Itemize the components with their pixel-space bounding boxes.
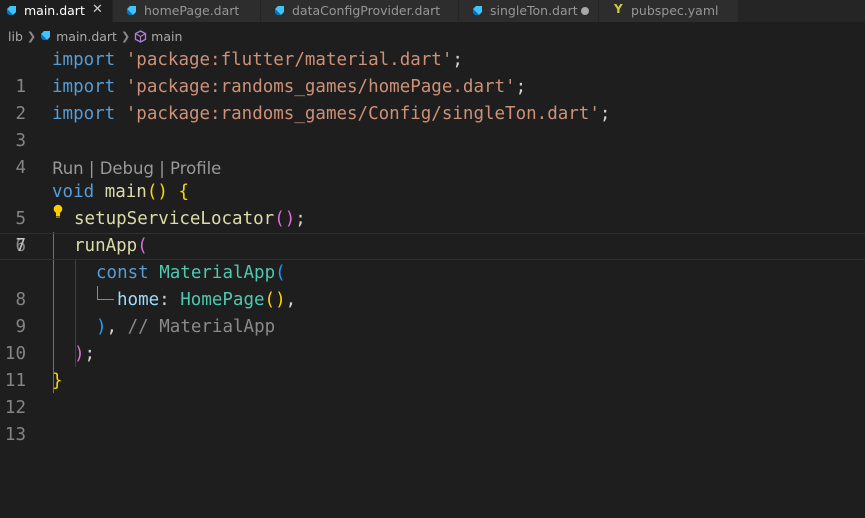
class-name: HomePage [180,290,265,310]
tab-dataconfigprovider-dart[interactable]: dataConfigProvider.dart [261,0,459,22]
editor-tab-bar: main.dart ✕ homePage.dart dataConfigProv… [0,0,865,22]
code-line: 1 import 'package:flutter/material.dart'… [0,47,865,97]
modified-dot-icon[interactable] [581,7,589,15]
codelens: Run | Debug | Profile [52,155,221,182]
code-line: 11 ); [0,341,865,391]
keyword: import [52,104,116,124]
code-line: 2 import 'package:randoms_games/homePage… [0,74,865,124]
keyword: import [52,50,116,70]
tab-label: pubspec.yaml [631,3,719,18]
code-line: 8 const MaterialApp( [0,260,865,310]
chevron-right-icon: ❯ [26,29,37,43]
function-call: runApp [74,236,138,256]
breadcrumb-folder[interactable]: lib [8,29,23,44]
close-icon[interactable]: ✕ [92,2,103,17]
bracket: ) [96,317,107,337]
bracket: () [264,290,286,310]
string-literal: 'package:flutter/material.dart' [125,50,453,70]
bracket: ( [137,236,148,256]
named-argument: home [117,290,160,310]
codelens-debug[interactable]: Debug [100,159,154,178]
codelens-run[interactable]: Run [52,159,84,178]
dart-icon [473,6,482,15]
code-line: 12 } [0,368,865,418]
punctuation: : [159,290,170,310]
codelens-profile[interactable]: Profile [170,159,221,178]
string-literal: 'package:randoms_games/homePage.dart' [125,77,516,97]
dart-icon [7,6,16,15]
tab-main-dart[interactable]: main.dart ✕ [0,0,113,22]
breadcrumb-file[interactable]: main.dart [56,29,117,44]
punctuation: , [285,290,297,310]
code-line: 9 home: HomePage(), [0,287,865,337]
code-line-current: 7 runApp( [0,233,865,260]
keyword: import [52,77,116,97]
code-line: 5 void main() { [0,179,865,229]
bracket: () [146,182,168,202]
codelens-separator: | [83,159,100,178]
punctuation: ; [599,104,611,124]
closing-label-comment: // MaterialApp [127,317,276,337]
bracket: () [274,209,296,229]
keyword: const [96,263,149,283]
dart-icon [41,31,51,40]
dart-icon [127,6,136,15]
breadcrumb: lib ❯ main.dart ❯ main [0,25,865,47]
codelens-separator: | [153,159,171,178]
lightbulb-icon[interactable] [53,204,63,222]
punctuation: ; [515,77,527,97]
bracket: ) [74,344,85,364]
punctuation: ; [84,344,96,364]
tab-label: homePage.dart [144,3,240,18]
class-name: MaterialApp [159,263,276,283]
code-line: 10 ), // MaterialApp [0,314,865,364]
punctuation: , [106,317,118,337]
string-literal: 'package:randoms_games/Config/singleTon.… [125,104,600,124]
bracket: } [52,371,63,391]
code-line: 4 [0,128,865,178]
tab-homepage-dart[interactable]: homePage.dart [113,0,261,22]
tab-label: main.dart [24,3,85,18]
punctuation: ; [295,209,306,229]
code-editor[interactable]: 1 import 'package:flutter/material.dart'… [0,47,865,518]
dart-icon [275,6,284,15]
symbol-method-icon [135,29,147,43]
line-number: 13 [4,425,26,445]
bracket: ( [275,263,286,283]
line-number: 7 [15,236,26,256]
function-call: setupServiceLocator [74,209,275,229]
tab-label: singleTon.dart [490,3,578,18]
function-name: main [104,182,147,202]
chevron-right-icon: ❯ [120,29,131,43]
code-line: 6 setupServiceLocator(); [0,206,865,256]
line-number: 4 [15,158,26,178]
keyword: void [52,182,95,202]
punctuation: ; [452,50,463,70]
tab-singleton-dart[interactable]: singleTon.dart [459,0,599,22]
tab-pubspec-yaml[interactable]: Y pubspec.yaml [599,0,739,22]
code-line: 13 [0,395,865,445]
breadcrumb-symbol[interactable]: main [151,29,182,44]
tab-label: dataConfigProvider.dart [292,3,441,18]
code-line: 3 import 'package:randoms_games/Config/s… [0,101,865,151]
yaml-icon: Y [614,2,623,16]
bracket: { [178,182,190,202]
